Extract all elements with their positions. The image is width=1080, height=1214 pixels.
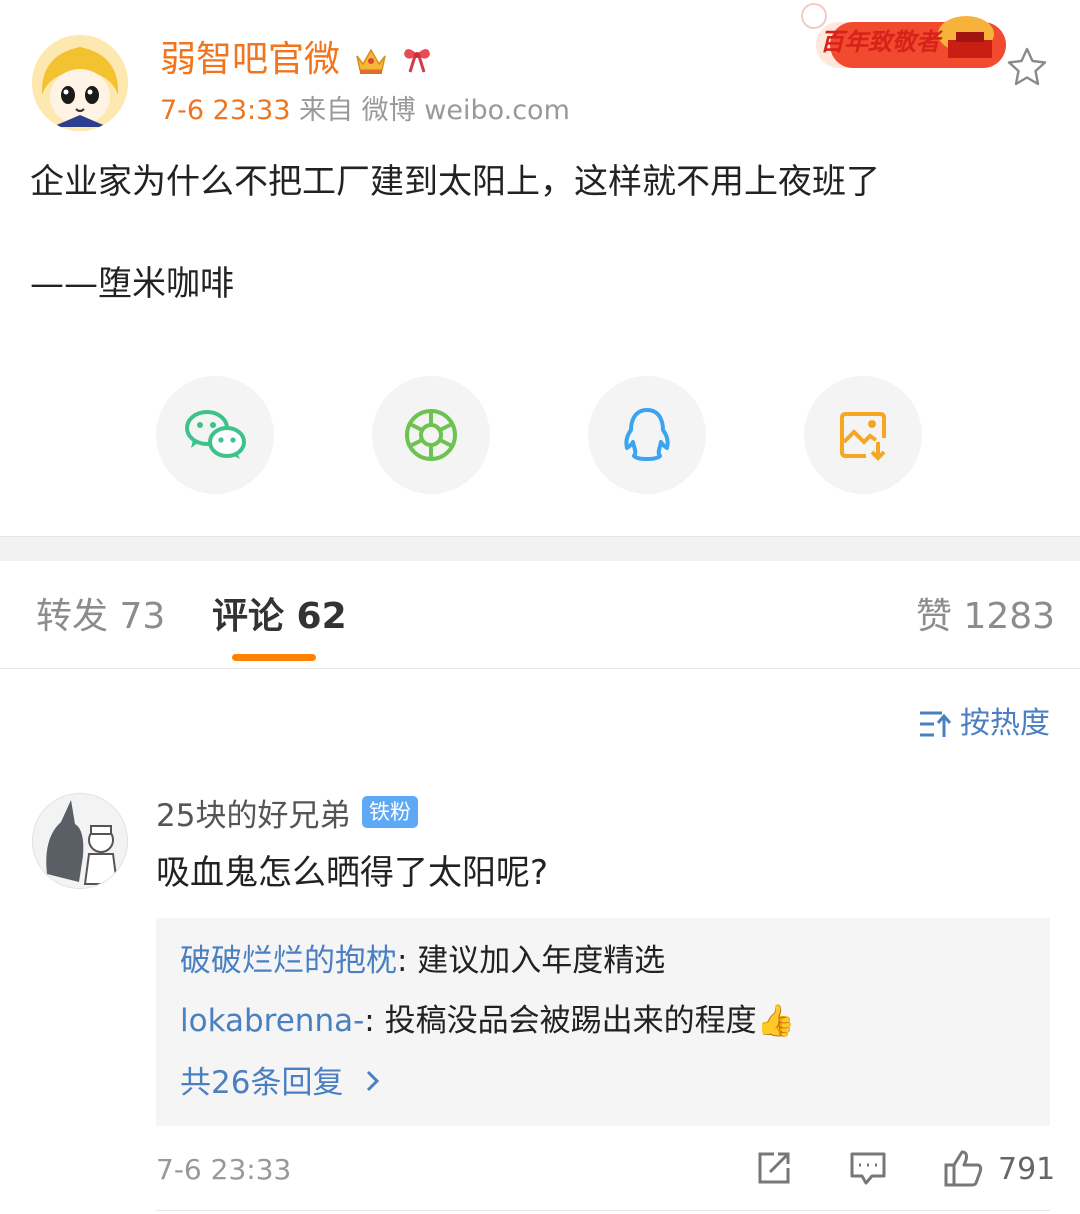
thumbs-up-icon: [944, 1150, 983, 1187]
reply-comment-button[interactable]: [848, 1148, 888, 1188]
chevron-right-icon: [365, 1062, 381, 1104]
comment-divider: [156, 1210, 1050, 1211]
share-moments-button[interactable]: [372, 376, 490, 494]
repost-comment-button[interactable]: [754, 1148, 794, 1188]
sort-button[interactable]: 按热度: [918, 704, 1050, 744]
post-text: 企业家为什么不把工厂建到太阳上，这样就不用上夜班了: [30, 162, 880, 202]
reply-user[interactable]: lokabrenna-: [180, 1003, 364, 1039]
moments-icon: [405, 409, 457, 461]
save-image-button[interactable]: [804, 376, 922, 494]
sort-label: 按热度: [960, 706, 1050, 741]
share-wechat-button[interactable]: [156, 376, 274, 494]
reply-user[interactable]: 破破烂烂的抱枕: [180, 943, 397, 979]
qq-icon: [624, 408, 670, 461]
tab-comments[interactable]: 评论 62: [212, 594, 347, 640]
like-button[interactable]: [942, 1148, 983, 1188]
comment-icon: [850, 1152, 886, 1185]
wechat-icon: [185, 410, 246, 459]
tab-divider: [0, 668, 1080, 669]
active-tab-indicator: [232, 654, 316, 661]
share-out-icon: [758, 1152, 790, 1184]
like-count: 791: [998, 1152, 1056, 1187]
section-divider: [0, 536, 1080, 561]
author-name[interactable]: 弱智吧官微: [160, 38, 340, 82]
share-qq-button[interactable]: [588, 376, 706, 494]
post-source: 来自 微博 weibo.com: [290, 95, 570, 126]
more-replies-label: 共26条回复: [180, 1065, 344, 1101]
more-replies-link[interactable]: 共26条回复: [180, 1062, 381, 1104]
save-image-icon: [840, 412, 886, 461]
gift-bow-badge-icon[interactable]: [398, 40, 434, 78]
sort-icon: [920, 711, 952, 737]
commenter-name[interactable]: 25块的好兄弟: [156, 796, 350, 836]
anniversary-badge[interactable]: 百年致敬者: [790, 0, 1012, 76]
tab-repost[interactable]: 转发 73: [36, 594, 165, 640]
reply-text: : 建议加入年度精选: [397, 943, 666, 979]
post-time: 7-6 23:33: [160, 95, 291, 126]
comment-time: 7-6 23:33: [156, 1153, 292, 1186]
post-meta: 7-6 23:33 来自 微博 weibo.com: [160, 94, 570, 128]
favorite-star-icon[interactable]: [1004, 44, 1050, 90]
comment-text: 吸血鬼怎么晒得了太阳呢?: [156, 853, 549, 893]
post-signature: ——堕米咖啡: [30, 264, 234, 304]
fan-badge: 铁粉: [362, 796, 418, 828]
crown-badge-icon[interactable]: [352, 40, 388, 78]
reply-item[interactable]: lokabrenna-: 投稿没品会被踢出来的程度👍: [180, 1000, 795, 1042]
reply-text: : 投稿没品会被踢出来的程度👍: [364, 1003, 796, 1039]
commenter-avatar[interactable]: [32, 793, 128, 889]
tab-likes[interactable]: 赞 1283: [916, 594, 1055, 640]
author-avatar[interactable]: [32, 35, 128, 131]
anniversary-label: 百年致敬者: [820, 28, 940, 56]
reply-item[interactable]: 破破烂烂的抱枕: 建议加入年度精选: [180, 940, 665, 982]
